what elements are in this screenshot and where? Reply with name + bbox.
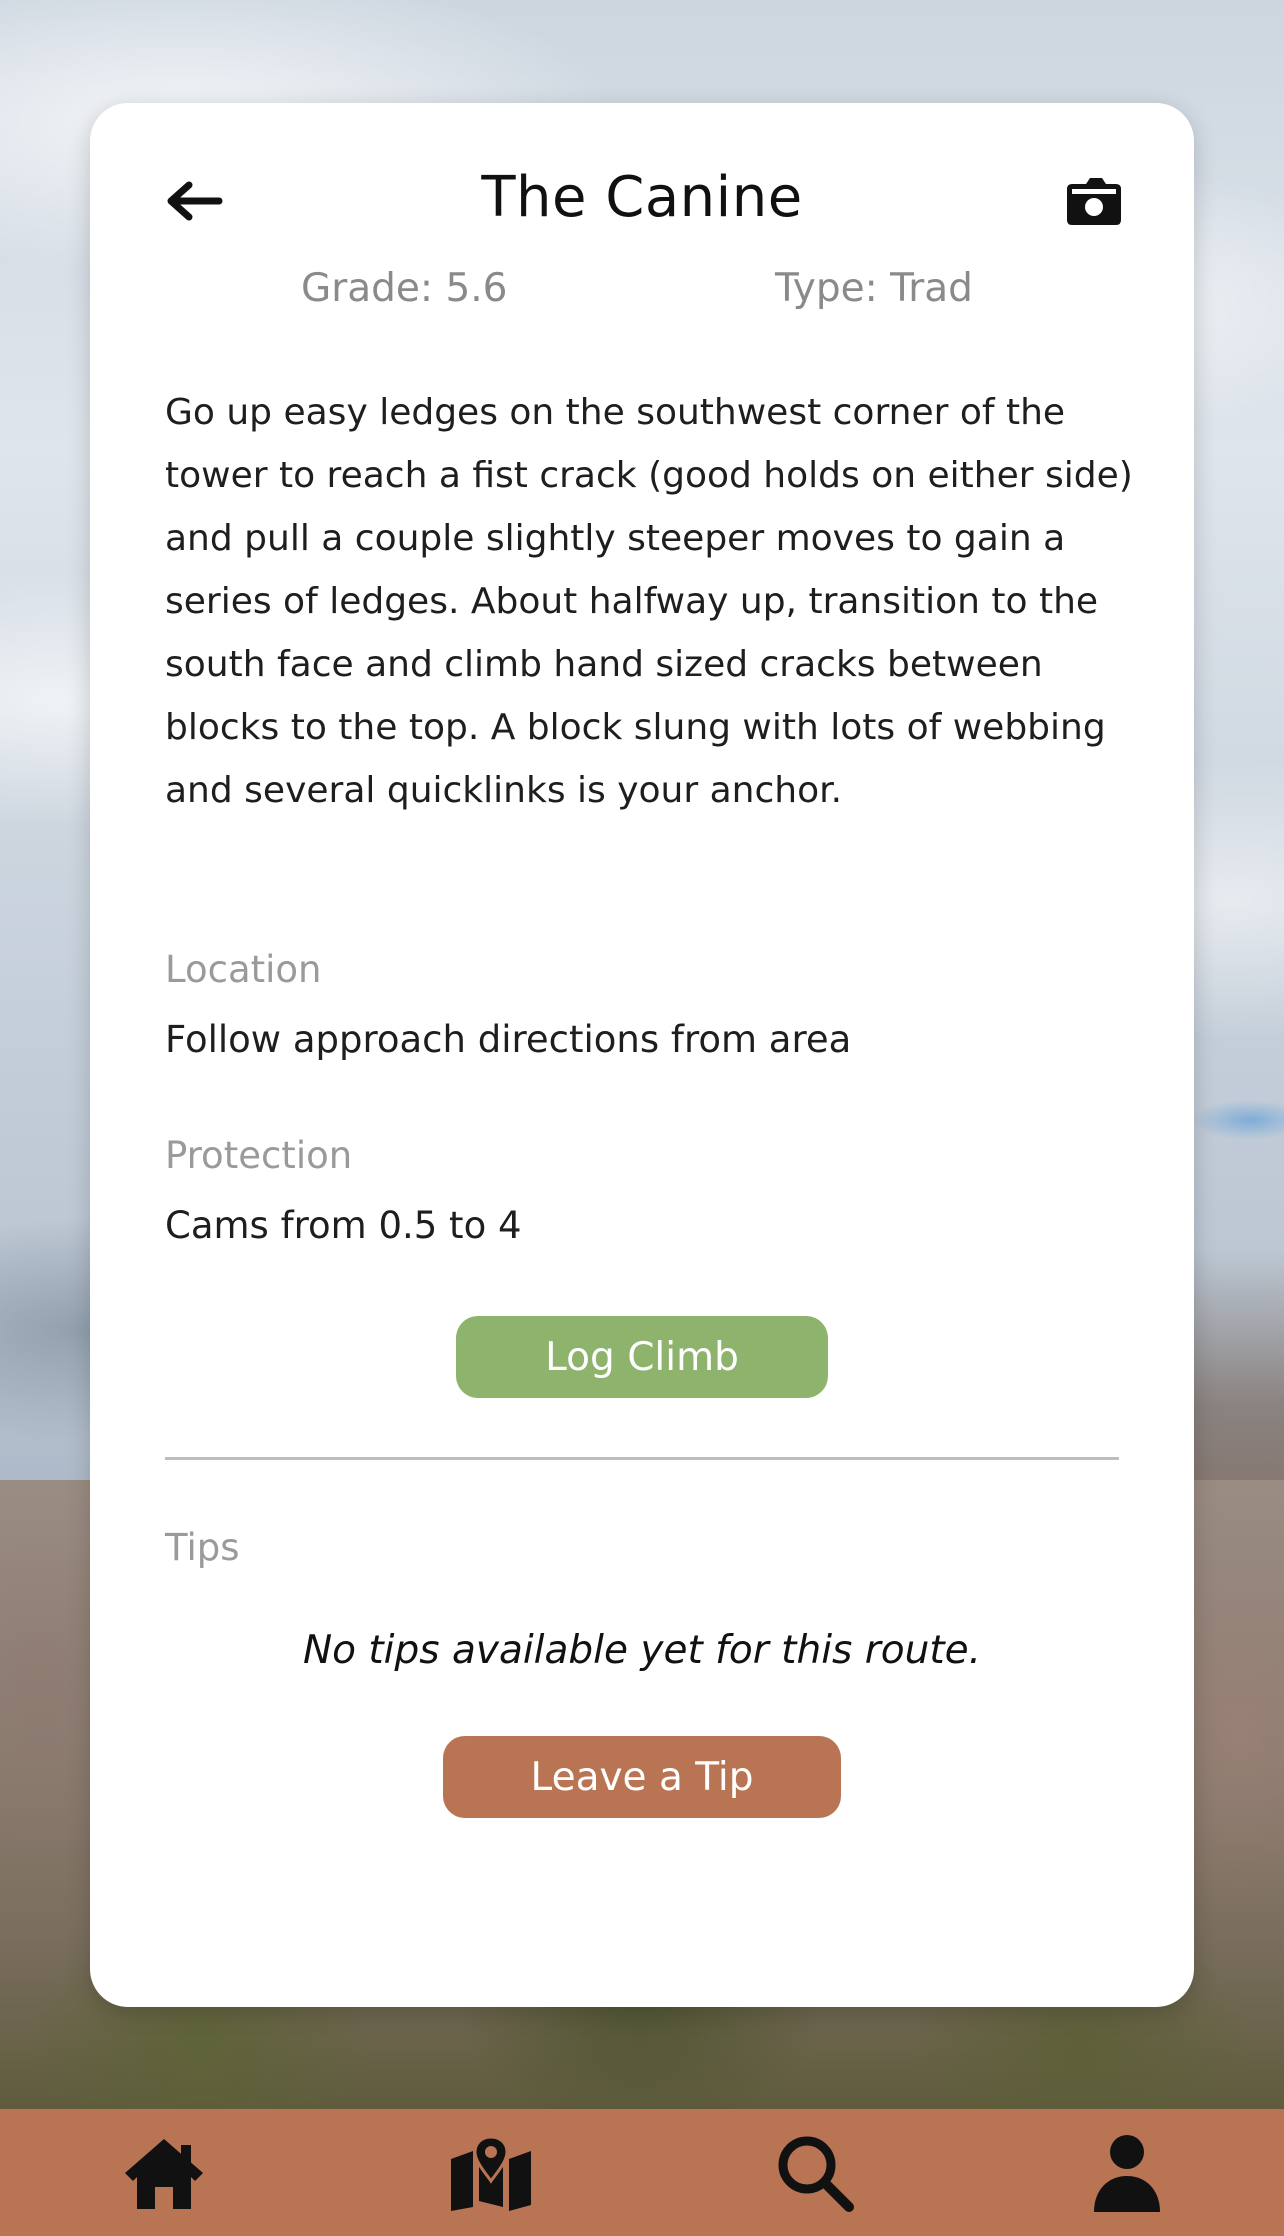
route-meta: Grade: 5.6 Type: Trad (90, 266, 1194, 326)
card-header: The Canine (90, 153, 1194, 253)
section-divider (165, 1457, 1119, 1460)
route-description: Go up easy ledges on the southwest corne… (165, 392, 1133, 811)
sky-patch (1190, 1100, 1284, 1140)
home-icon (125, 2139, 203, 2209)
nav-search[interactable] (770, 2133, 860, 2213)
log-climb-button[interactable]: Log Climb (456, 1316, 828, 1398)
back-button[interactable] (160, 173, 226, 229)
no-tips-message: No tips available yet for this route. (302, 1628, 982, 1673)
protection-value: Cams from 0.5 to 4 (165, 1204, 522, 1247)
route-grade: Grade: 5.6 (301, 266, 508, 311)
tips-label: Tips (165, 1526, 240, 1569)
protection-label: Protection (165, 1134, 353, 1177)
nav-map[interactable] (446, 2133, 536, 2213)
back-arrow-icon (167, 181, 223, 221)
location-label: Location (165, 948, 322, 991)
route-type: Type: Trad (775, 266, 973, 311)
bottom-nav (0, 2109, 1284, 2236)
nav-profile[interactable] (1082, 2133, 1172, 2213)
nav-home[interactable] (119, 2133, 209, 2213)
location-value: Follow approach directions from area (165, 1018, 852, 1061)
treeline-right (1190, 1250, 1284, 1510)
user-icon (1094, 2135, 1160, 2212)
map-icon (451, 2135, 531, 2211)
route-detail-card: The Canine Grade: 5.6 Type: Trad Go up e… (90, 103, 1194, 2007)
leave-tip-button[interactable]: Leave a Tip (443, 1736, 841, 1818)
camera-button[interactable] (1064, 173, 1124, 229)
camera-icon (1067, 178, 1121, 225)
search-icon (778, 2136, 854, 2212)
route-title: The Canine (481, 165, 803, 230)
